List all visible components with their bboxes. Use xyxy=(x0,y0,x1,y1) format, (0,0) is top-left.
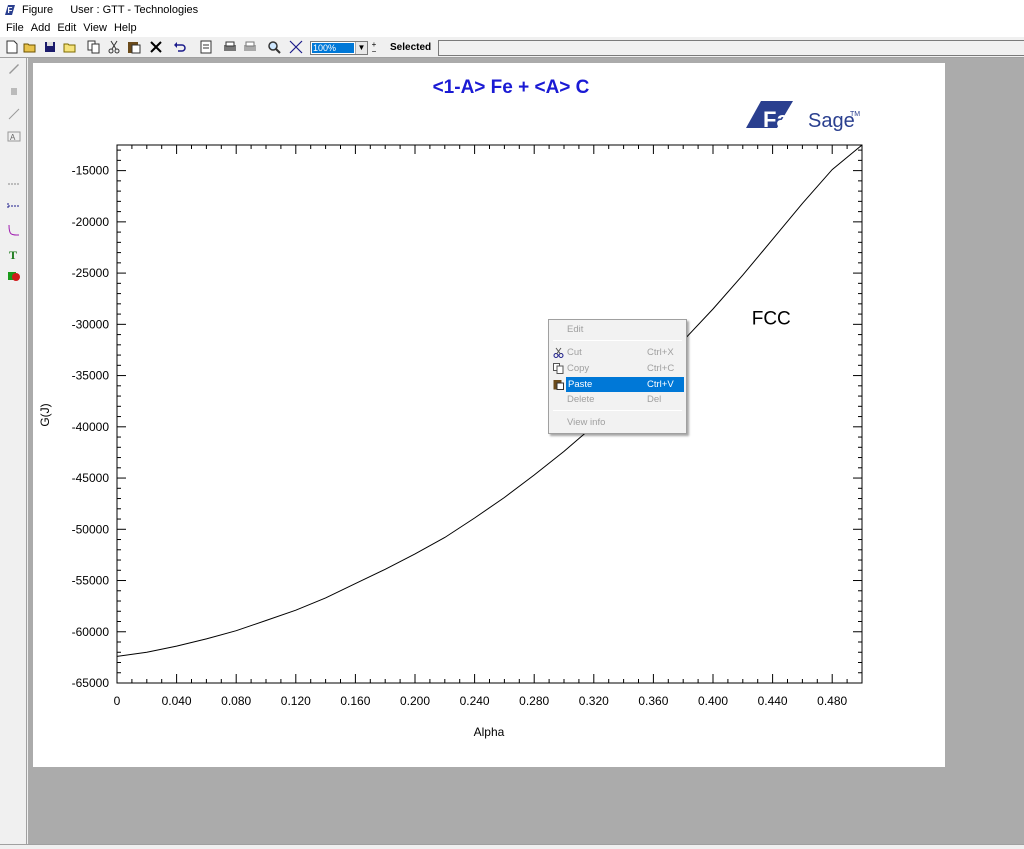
logo-fact: Fact xyxy=(763,107,809,132)
y-tick-label: -60000 xyxy=(72,625,110,639)
menu-separator xyxy=(553,410,682,411)
tool-palette: A T xyxy=(0,58,27,844)
logo-tm: TM xyxy=(850,111,860,118)
undo-icon[interactable] xyxy=(172,39,188,55)
menu-item-paste[interactable]: Paste Ctrl+V xyxy=(566,377,684,392)
hand-icon[interactable] xyxy=(6,82,22,98)
scissors-icon[interactable] xyxy=(106,39,122,55)
x-tick-label: 0.480 xyxy=(817,694,847,708)
selected-field[interactable] xyxy=(438,40,1024,56)
y-tick-label: -35000 xyxy=(72,369,110,383)
user-label: User : GTT - Technologies xyxy=(70,4,199,16)
new-file-icon[interactable] xyxy=(4,39,20,55)
menu-edit[interactable]: Edit xyxy=(57,22,76,34)
zoom-in-icon[interactable] xyxy=(266,39,282,55)
svg-text:A: A xyxy=(10,133,16,142)
menu-item-cut[interactable]: Cut Ctrl+X xyxy=(551,345,684,360)
menu-bar: File Add Edit View Help xyxy=(0,20,1024,36)
y-axis: -15000 -20000 -25000 -30000 -35000 -40000 -450… xyxy=(72,149,862,690)
selected-label: Selected xyxy=(390,42,432,53)
window-title: Figure xyxy=(22,4,54,16)
folder-icon[interactable] xyxy=(62,39,78,55)
y-tick-label: -40000 xyxy=(72,420,110,434)
x-tick-label: 0.320 xyxy=(579,694,609,708)
x-tick-label: 0 xyxy=(114,694,121,708)
x-tick-label: 0.240 xyxy=(460,694,490,708)
factsage-app-icon: F xyxy=(5,5,15,15)
delete-x-icon[interactable] xyxy=(148,39,164,55)
scissors-icon xyxy=(553,347,564,358)
menu-item-edit-header: Edit xyxy=(567,324,584,335)
x-axis-label[interactable]: Alpha xyxy=(474,725,505,739)
text-tool-icon[interactable]: T xyxy=(6,246,22,262)
save-icon[interactable] xyxy=(42,39,58,55)
chart-title[interactable]: <1-A> Fe + <A> C xyxy=(433,77,590,98)
status-bar xyxy=(0,844,1024,849)
x-tick-label: 0.120 xyxy=(281,694,311,708)
zoom-value: 100% xyxy=(312,43,354,53)
x-tick-label: 0.200 xyxy=(400,694,430,708)
y-tick-label: -45000 xyxy=(72,471,110,485)
open-folder-icon[interactable] xyxy=(22,39,38,55)
axis-line-icon[interactable] xyxy=(6,198,22,214)
copy-icon xyxy=(553,363,564,374)
menu-item-delete[interactable]: Delete Del xyxy=(551,392,684,407)
shapes-tool-icon[interactable] xyxy=(6,268,22,284)
menu-add[interactable]: Add xyxy=(31,22,51,34)
zoom-fit-icon[interactable] xyxy=(288,39,304,55)
context-menu: Edit Cut Ctrl+X Copy Ctrl+C Paste Ctrl+V… xyxy=(548,319,687,434)
svg-text:T: T xyxy=(9,248,17,261)
y-tick-label: -50000 xyxy=(72,522,110,536)
menu-item-view-info[interactable]: View info xyxy=(551,415,684,430)
x-tick-label: 0.440 xyxy=(758,694,788,708)
menu-file[interactable]: File xyxy=(6,22,24,34)
figure-page[interactable]: <1-A> Fe + <A> C Fact Sage TM -15000 -200… xyxy=(33,63,945,767)
dashed-line-icon[interactable] xyxy=(6,176,22,192)
chevron-down-icon[interactable]: ▼ xyxy=(355,42,367,54)
zoom-spinner[interactable]: + − xyxy=(369,41,379,56)
y-tick-label: -55000 xyxy=(72,574,110,588)
print-preview-icon[interactable] xyxy=(242,39,258,55)
x-tick-label: 0.360 xyxy=(638,694,668,708)
y-tick-label: -15000 xyxy=(72,164,110,178)
paste-icon xyxy=(553,380,564,390)
line-tool-icon[interactable] xyxy=(6,106,22,122)
svg-text:F: F xyxy=(8,6,13,15)
logo-sage: Sage xyxy=(808,110,855,132)
paste-icon[interactable] xyxy=(126,39,142,55)
y-tick-label: -30000 xyxy=(72,317,110,331)
factsage-logo: Fact Sage TM xyxy=(746,101,860,132)
y-tick-label: -25000 xyxy=(72,266,110,280)
y-axis-label[interactable]: G(J) xyxy=(38,403,52,426)
print-icon[interactable] xyxy=(222,39,238,55)
copy-icon[interactable] xyxy=(86,39,102,55)
x-tick-label: 0.160 xyxy=(340,694,370,708)
x-tick-label: 0.080 xyxy=(221,694,251,708)
toolbar: 100% ▼ + − Selected xyxy=(0,36,1024,58)
menu-view[interactable]: View xyxy=(83,22,107,34)
plot-frame xyxy=(116,144,863,684)
y-tick-label: -65000 xyxy=(72,676,110,690)
x-tick-label: 0.280 xyxy=(519,694,549,708)
curve-label-fcc[interactable]: FCC xyxy=(752,308,791,329)
pencil-icon[interactable] xyxy=(6,60,22,76)
page-setup-icon[interactable] xyxy=(198,39,214,55)
x-tick-label: 0.400 xyxy=(698,694,728,708)
fcc-curve[interactable] xyxy=(116,144,863,657)
zoom-select[interactable]: 100% ▼ xyxy=(310,41,368,55)
x-axis: 0 0.040 0.080 0.120 0.160 0.200 0.240 0.280 0.32… xyxy=(114,145,863,708)
menu-help[interactable]: Help xyxy=(114,22,137,34)
text-box-icon[interactable]: A xyxy=(6,128,22,144)
curve-tool-icon[interactable] xyxy=(6,222,22,238)
chart[interactable]: <1-A> Fe + <A> C Fact Sage TM -15000 -200… xyxy=(33,63,945,767)
x-tick-label: 0.040 xyxy=(162,694,192,708)
menu-item-copy[interactable]: Copy Ctrl+C xyxy=(551,361,684,376)
title-bar: F Figure User : GTT - Technologies xyxy=(0,0,1024,20)
y-tick-label: -20000 xyxy=(72,215,110,229)
menu-separator xyxy=(553,340,682,341)
